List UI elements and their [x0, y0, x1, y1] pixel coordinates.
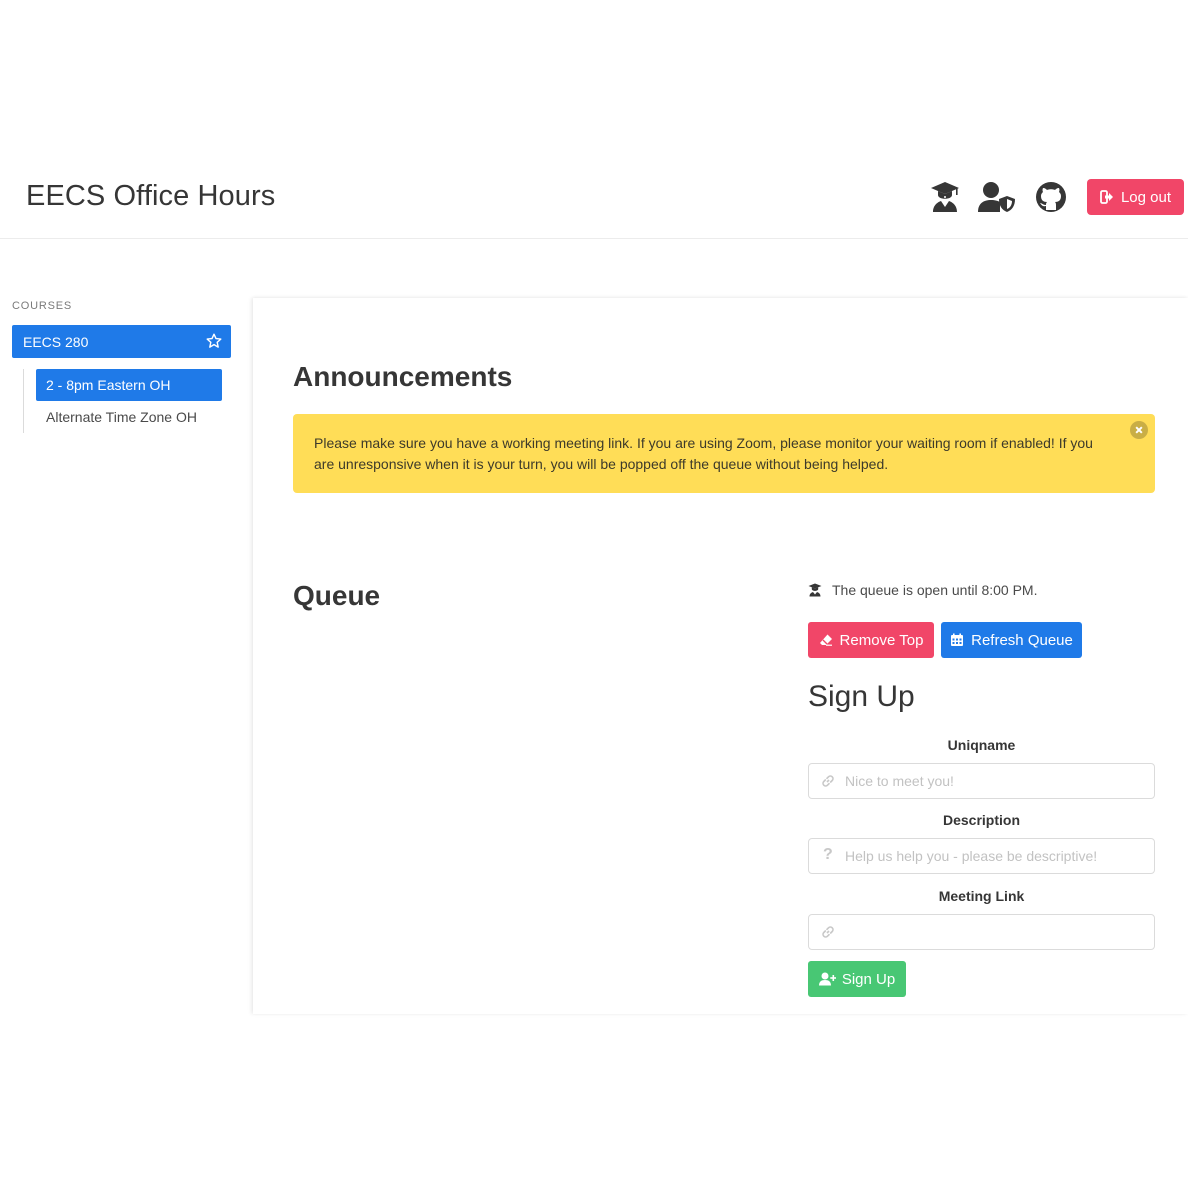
- logout-icon: [1100, 190, 1113, 204]
- uniqname-label: Uniqname: [947, 737, 1016, 753]
- courses-menu-label: COURSES: [12, 300, 72, 312]
- remove-top-button[interactable]: Remove Top: [808, 622, 934, 658]
- student-icon: [808, 583, 822, 597]
- eraser-icon: [819, 634, 832, 646]
- queue-status: The queue is open until 8:00 PM.: [808, 582, 1037, 598]
- signup-button-label: Sign Up: [841, 970, 896, 988]
- queue-item-eastern-oh[interactable]: 2 - 8pm Eastern OH: [36, 369, 222, 401]
- signup-button[interactable]: Sign Up: [808, 961, 906, 997]
- logout-label: Log out: [1120, 188, 1172, 206]
- meeting-link-label: Meeting Link: [938, 888, 1025, 904]
- announcement-text: Please make sure you have a working meet…: [314, 435, 1093, 472]
- star-icon[interactable]: [206, 333, 222, 349]
- logout-button[interactable]: Log out: [1087, 179, 1184, 215]
- course-item-eecs-280[interactable]: EECS 280: [12, 325, 231, 358]
- uniqname-field: [808, 763, 1155, 799]
- github-icon[interactable]: [1035, 181, 1067, 213]
- link-icon: [822, 926, 834, 938]
- refresh-queue-label: Refresh Queue: [971, 631, 1073, 649]
- user-shield-icon[interactable]: [978, 181, 1016, 213]
- question-icon: ?: [823, 846, 833, 863]
- close-icon[interactable]: [1130, 421, 1148, 439]
- meeting-link-field: [808, 914, 1155, 950]
- signup-title: Sign Up: [808, 680, 915, 713]
- student-icon[interactable]: [929, 181, 961, 213]
- remove-top-label: Remove Top: [839, 631, 924, 649]
- announcement-notification: Please make sure you have a working meet…: [293, 414, 1155, 493]
- link-icon: [822, 775, 834, 787]
- announcements-title: Announcements: [293, 361, 513, 392]
- navbar: EECS Office Hours Log out: [0, 155, 1188, 239]
- queue-title: Queue: [293, 580, 381, 611]
- queue-item-alternate-oh[interactable]: Alternate Time Zone OH: [46, 409, 197, 425]
- refresh-queue-button[interactable]: Refresh Queue: [941, 622, 1082, 658]
- description-input[interactable]: [845, 839, 1145, 873]
- description-field: ?: [808, 838, 1155, 874]
- calendar-icon: [951, 633, 964, 646]
- uniqname-input[interactable]: [845, 764, 1145, 798]
- queue-list: 2 - 8pm Eastern OH Alternate Time Zone O…: [23, 369, 233, 433]
- meeting-link-input[interactable]: [845, 915, 1145, 949]
- brand-title[interactable]: EECS Office Hours: [26, 180, 275, 213]
- course-label: EECS 280: [23, 333, 89, 350]
- queue-status-text: The queue is open until 8:00 PM.: [832, 582, 1038, 598]
- description-label: Description: [942, 812, 1020, 828]
- user-plus-icon: [818, 972, 836, 986]
